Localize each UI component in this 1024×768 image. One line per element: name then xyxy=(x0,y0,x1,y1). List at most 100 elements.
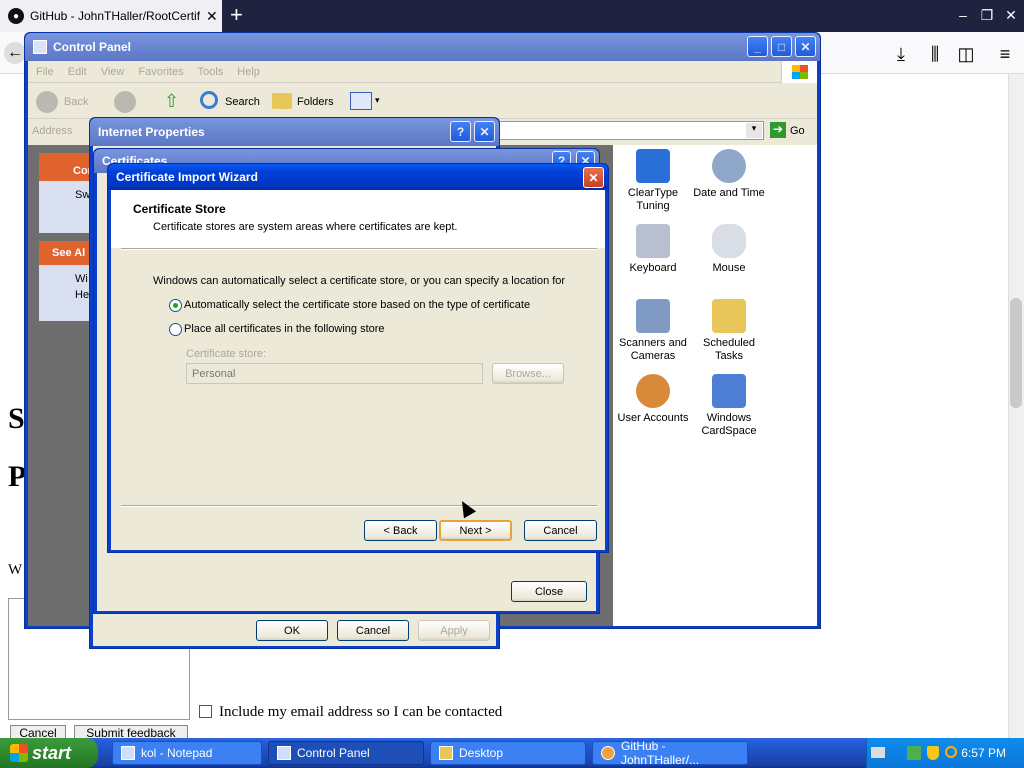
mouse-icon xyxy=(712,224,746,258)
back-arrow-icon[interactable] xyxy=(36,91,58,113)
back-button-label[interactable]: Back xyxy=(64,96,88,108)
library-icon[interactable]: ⫼ xyxy=(924,44,946,65)
wizard-subheading: Certificate stores are system areas wher… xyxy=(153,221,458,233)
certificate-import-wizard: Certificate Import Wizard ✕ Certificate … xyxy=(107,163,609,553)
views-dropdown-icon[interactable]: ▾ xyxy=(375,95,380,106)
feedback-cancel-button[interactable]: Cancel xyxy=(10,725,66,740)
cleartype-tuning-item[interactable]: ClearType Tuning xyxy=(613,149,693,213)
github-icon: ● xyxy=(8,8,24,24)
cp-maximize-button[interactable]: □ xyxy=(771,36,792,57)
download-icon[interactable]: ⤓ xyxy=(890,44,912,65)
browser-restore-button[interactable]: ❐ xyxy=(976,4,998,26)
sidebar-icon[interactable]: ◫ xyxy=(955,44,977,65)
menu-view[interactable]: View xyxy=(101,66,125,78)
keyboard-item[interactable]: Keyboard xyxy=(613,224,693,275)
taskbar-item-browser[interactable]: GitHub - JohnTHaller/... xyxy=(592,739,748,767)
menu-favorites[interactable]: Favorites xyxy=(138,66,183,78)
taskbar-item-desktop[interactable]: Desktop xyxy=(430,741,586,765)
wizard-close-button[interactable]: ✕ xyxy=(583,167,604,188)
cleartype-icon xyxy=(636,149,670,183)
address-dropdown-icon[interactable]: ▾ xyxy=(746,123,762,138)
views-icon[interactable] xyxy=(350,92,372,110)
scanners-cameras-item[interactable]: Scanners and Cameras xyxy=(613,299,693,363)
page-heading-fragment-1: S xyxy=(8,402,25,435)
ip-close-button[interactable]: ✕ xyxy=(474,121,495,142)
wizard-titlebar[interactable]: Certificate Import Wizard ✕ xyxy=(108,164,608,190)
new-tab-button[interactable]: + xyxy=(230,4,243,26)
forward-arrow-icon[interactable] xyxy=(114,91,136,113)
cleartype-label: ClearType Tuning xyxy=(627,187,679,212)
taskbar-item-control-panel[interactable]: Control Panel xyxy=(268,741,424,765)
wizard-next-button[interactable]: Next > xyxy=(439,520,512,541)
ip-apply-button[interactable]: Apply xyxy=(418,620,490,641)
firefox-icon xyxy=(601,746,615,760)
address-input[interactable] xyxy=(498,121,764,140)
internet-properties-title: Internet Properties xyxy=(98,125,205,139)
submit-feedback-button[interactable]: Submit feedback xyxy=(74,725,188,740)
wizard-back-button[interactable]: < Back xyxy=(364,520,437,541)
cp-close-button[interactable]: ✕ xyxy=(795,36,816,57)
cardspace-icon xyxy=(712,374,746,408)
browser-back-icon[interactable]: ← xyxy=(4,42,26,64)
folders-button-label[interactable]: Folders xyxy=(297,96,334,108)
wizard-footer-divider xyxy=(121,505,597,507)
go-label[interactable]: Go xyxy=(790,125,805,137)
control-panel-title: Control Panel xyxy=(53,40,132,54)
cp-menu-bar: File Edit View Favorites Tools Help xyxy=(28,61,817,83)
manual-store-radio[interactable] xyxy=(169,323,182,336)
auto-store-radio[interactable] xyxy=(169,299,182,312)
folders-icon[interactable] xyxy=(272,93,292,109)
menu-tools[interactable]: Tools xyxy=(198,66,224,78)
scheduled-tasks-item[interactable]: Scheduled Tasks xyxy=(689,299,769,363)
certificates-close-button[interactable]: Close xyxy=(511,581,587,602)
control-panel-titlebar[interactable]: Control Panel _ □ ✕ xyxy=(25,33,820,61)
windows-logo-icon xyxy=(781,61,817,83)
internet-properties-titlebar[interactable]: Internet Properties ? ✕ xyxy=(90,118,499,146)
search-button-label[interactable]: Search xyxy=(225,96,260,108)
start-button[interactable]: start xyxy=(0,738,98,768)
manual-store-label[interactable]: Place all certificates in the following … xyxy=(184,323,385,335)
start-label: start xyxy=(32,742,72,763)
menu-file[interactable]: File xyxy=(36,66,54,78)
menu-help[interactable]: Help xyxy=(237,66,260,78)
keyboard-tray-icon[interactable] xyxy=(871,747,885,758)
date-time-item[interactable]: Date and Time xyxy=(689,149,769,200)
wizard-cancel-button[interactable]: Cancel xyxy=(524,520,597,541)
ip-ok-button[interactable]: OK xyxy=(256,620,328,641)
folder-icon xyxy=(439,746,453,760)
auto-store-label[interactable]: Automatically select the certificate sto… xyxy=(184,299,530,311)
control-panel-task-icon xyxy=(277,746,291,760)
browser-minimize-button[interactable]: – xyxy=(952,4,974,26)
menu-icon[interactable]: ≡ xyxy=(994,44,1016,65)
menu-edit[interactable]: Edit xyxy=(68,66,87,78)
up-folder-icon[interactable]: ⇧ xyxy=(164,91,179,112)
search-tray-icon[interactable] xyxy=(945,746,957,758)
cp-minimize-button[interactable]: _ xyxy=(747,36,768,57)
ip-cancel-button[interactable]: Cancel xyxy=(337,620,409,641)
browse-button[interactable]: Browse... xyxy=(492,363,564,384)
user-accounts-item[interactable]: User Accounts xyxy=(613,374,693,425)
email-checkbox[interactable] xyxy=(199,705,212,718)
page-scrollbar-thumb[interactable] xyxy=(1010,298,1022,408)
mouse-item[interactable]: Mouse xyxy=(689,224,769,275)
tab-close-icon[interactable]: ✕ xyxy=(206,8,218,25)
page-text-fragment: W xyxy=(8,562,23,578)
cp-toolbar: Back ⇧ Search Folders ▾ xyxy=(28,83,817,119)
ip-help-button[interactable]: ? xyxy=(450,121,471,142)
store-label: Certificate store: xyxy=(186,348,267,360)
security-shield-icon[interactable] xyxy=(927,746,939,760)
search-icon[interactable] xyxy=(200,91,218,109)
mouse-label: Mouse xyxy=(712,262,746,274)
browser-close-button[interactable]: ✕ xyxy=(1000,4,1022,26)
system-tray: 6:57 PM xyxy=(866,738,1024,768)
browser-tab[interactable]: ● GitHub - JohnTHaller/RootCertifica ✕ xyxy=(0,0,222,32)
store-input[interactable]: Personal xyxy=(186,363,483,384)
network-tray-icon[interactable] xyxy=(907,746,921,760)
scheduled-tasks-label: Scheduled Tasks xyxy=(703,337,755,362)
clock[interactable]: 6:57 PM xyxy=(961,746,1006,760)
cardspace-item[interactable]: Windows CardSpace xyxy=(689,374,769,438)
email-checkbox-label: Include my email address so I can be con… xyxy=(219,704,503,720)
taskbar-item-notepad[interactable]: kol - Notepad xyxy=(112,741,262,765)
go-arrow-icon[interactable]: ➔ xyxy=(770,122,786,138)
wizard-body: Certificate Store Certificate stores are… xyxy=(111,190,605,550)
